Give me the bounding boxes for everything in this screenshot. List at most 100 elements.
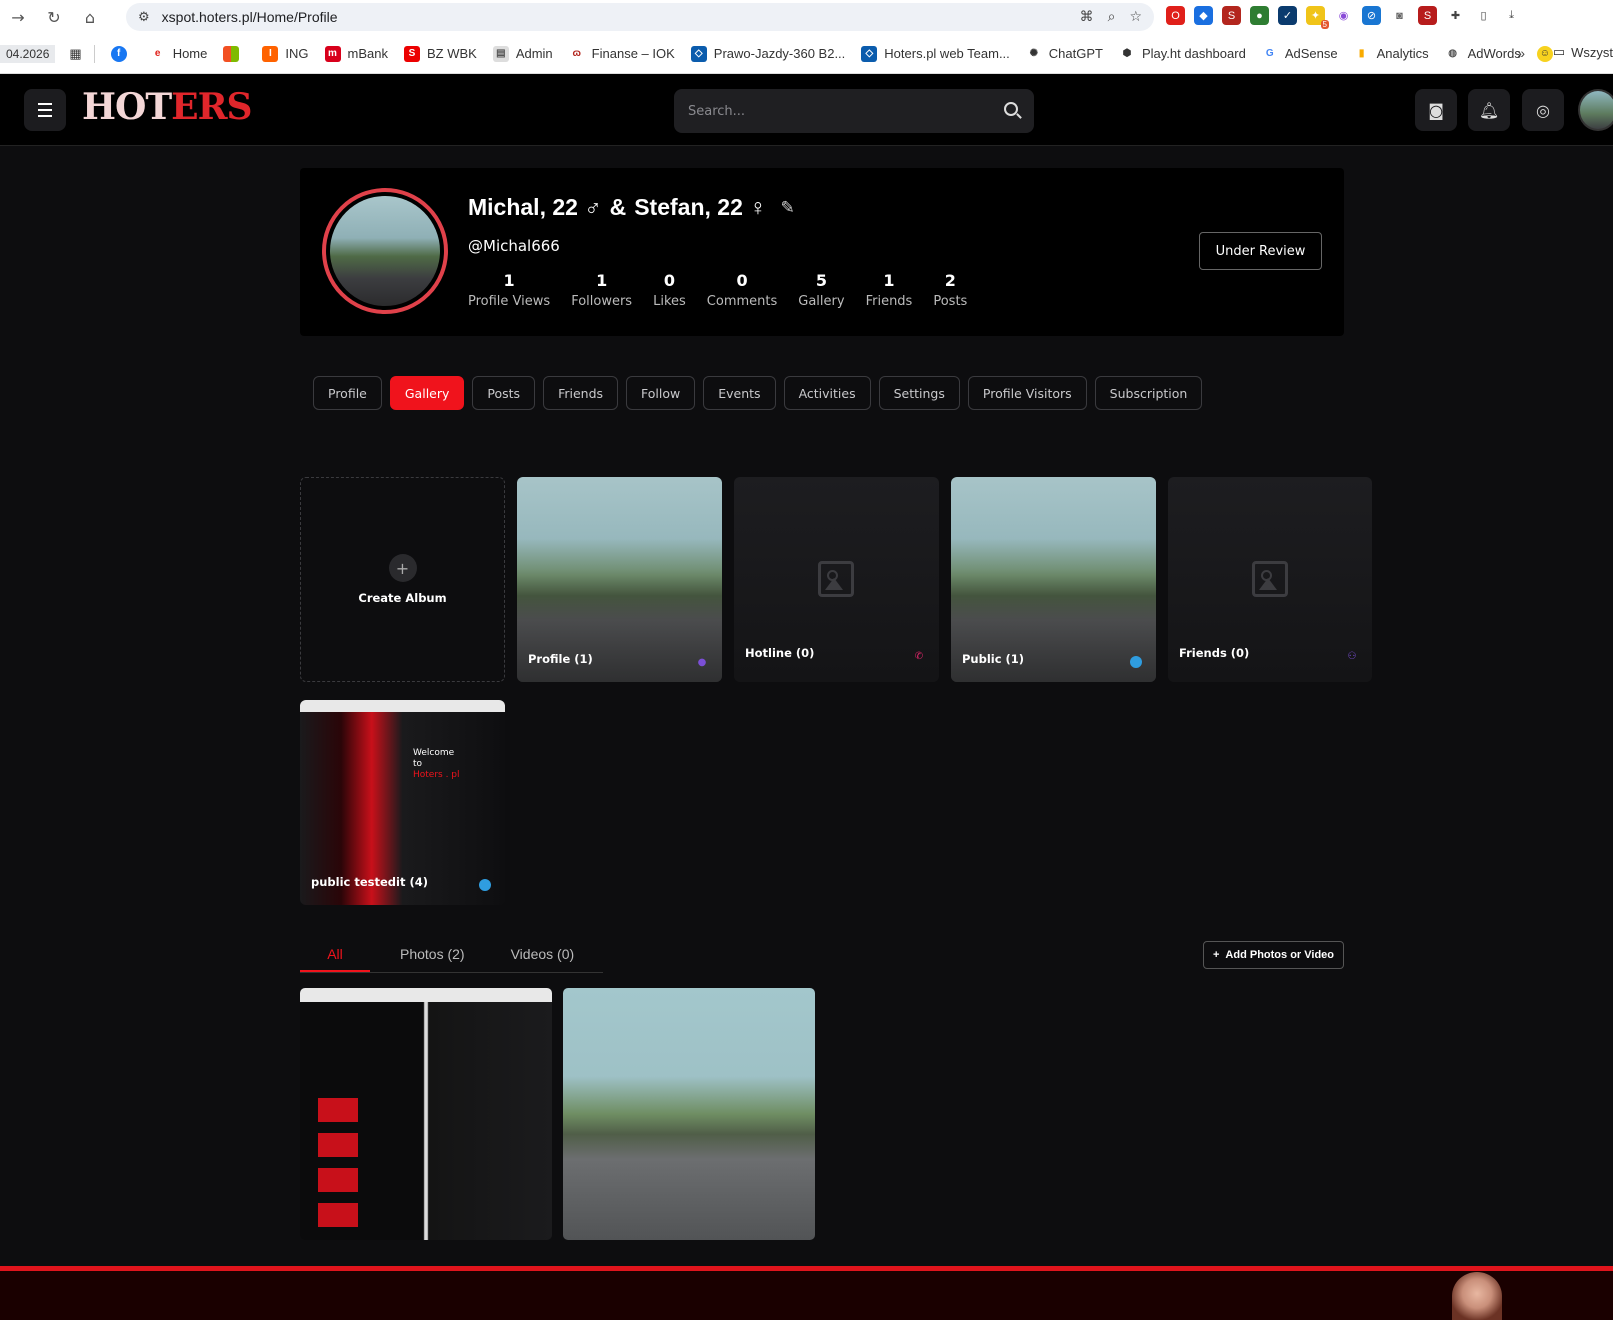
site-settings-icon[interactable]: ⚙ <box>138 10 150 25</box>
bookmark-label: ChatGPT <box>1048 46 1103 61</box>
add-photos-video-button[interactable]: + Add Photos or Video <box>1203 941 1344 969</box>
stat-profile-views: 1 Profile Views <box>468 271 550 309</box>
bookmark-playht[interactable]: ⬢ Play.ht dashboard <box>1118 45 1246 62</box>
media-tab-videos[interactable]: Videos (0) <box>511 936 575 972</box>
album-hotline[interactable]: Hotline (0) ✆ <box>734 477 939 682</box>
bookmark-date[interactable]: 04.2026 <box>0 44 56 63</box>
notifications-button[interactable]: 🔔︎ <box>1468 89 1510 131</box>
bookmark-finanse[interactable]: ɷ Finanse – IOK <box>568 45 675 62</box>
globe-icon <box>1130 656 1142 668</box>
tab-events[interactable]: Events <box>703 376 776 410</box>
album-profile[interactable]: Profile (1) ● <box>517 477 722 682</box>
friends-icon: ⚇ <box>1347 650 1357 662</box>
bookmark-adwords[interactable]: ◍ AdWords <box>1444 45 1521 62</box>
more-bookmarks-icon[interactable]: » <box>1517 45 1525 61</box>
bookmark-bzwbk[interactable]: S BZ WBK <box>403 45 477 62</box>
all-bookmarks-folder[interactable]: ▭ Wszyst <box>1553 44 1613 60</box>
tab-profile[interactable]: Profile <box>313 376 382 410</box>
camera-ext-icon[interactable]: ◙ <box>1390 6 1409 25</box>
media-tab-all[interactable]: All <box>300 936 370 972</box>
profile-card: Michal, 22 ♂ & Stefan, 22 ♀ ✎ @Michal666… <box>300 168 1344 336</box>
address-bar[interactable]: ⚙ xspot.hoters.pl/Home/Profile ⌘ ⌕ ☆ <box>126 3 1154 31</box>
google-icon: G <box>1261 45 1278 62</box>
add-media-label: Add Photos or Video <box>1225 949 1334 961</box>
stat-followers[interactable]: 1 Followers <box>571 271 632 309</box>
user-avatar[interactable] <box>1578 89 1613 131</box>
tab-profile-visitors[interactable]: Profile Visitors <box>967 376 1087 410</box>
bookmark-star-icon[interactable]: ☆ <box>1129 9 1142 25</box>
home-icon[interactable]: ⌂ <box>72 0 108 34</box>
footer-avatar[interactable] <box>1452 1272 1502 1320</box>
bookmark-label: mBank <box>347 46 388 61</box>
e-icon: e <box>149 45 166 62</box>
opera-ext-icon[interactable]: O <box>1166 6 1185 25</box>
profile-handle: @Michal666 <box>468 237 560 255</box>
puzzle-icon[interactable]: ✚ <box>1446 6 1465 25</box>
album-public[interactable]: Public (1) <box>951 477 1156 682</box>
apps-icon[interactable]: ▦ <box>69 46 81 62</box>
red-s-ext-icon[interactable]: S <box>1418 6 1437 25</box>
camera-button[interactable]: ◙ <box>1415 89 1457 131</box>
download-icon[interactable]: ⤓ <box>1502 6 1521 25</box>
stat-label: Friends <box>865 294 913 309</box>
tab-settings[interactable]: Settings <box>878 376 960 410</box>
screenshot-block <box>318 1203 358 1227</box>
create-album-label: Create Album <box>358 591 447 605</box>
microsoft-icon <box>223 45 240 62</box>
media-item-street-photo[interactable] <box>563 988 815 1240</box>
bookmark-mbank[interactable]: m mBank <box>324 45 388 62</box>
link-ext-icon[interactable]: ⊘ <box>1362 6 1381 25</box>
tab-posts[interactable]: Posts <box>472 376 536 410</box>
search-icon[interactable] <box>1004 102 1018 116</box>
bookmark-chatgpt[interactable]: ✺ ChatGPT <box>1025 45 1103 62</box>
tab-friends[interactable]: Friends <box>543 376 619 410</box>
s-ext-icon[interactable]: S <box>1222 6 1241 25</box>
chatgpt-icon: ✺ <box>1025 45 1042 62</box>
album-public-testedit[interactable]: Welcome to Hoters . pl public testedit (… <box>300 700 505 905</box>
edit-pencil-icon[interactable]: ✎ <box>781 198 795 218</box>
create-album-card[interactable]: + Create Album <box>300 477 505 682</box>
screenshot-topstrip <box>300 700 505 712</box>
microsoft-bookmark[interactable] <box>223 45 246 62</box>
bookmark-adsense[interactable]: G AdSense <box>1261 45 1338 62</box>
bookmark-ing[interactable]: I ING <box>262 45 309 62</box>
album-label: Profile (1) <box>528 652 593 666</box>
tab-gallery[interactable]: Gallery <box>389 376 465 410</box>
bookmark-home[interactable]: e Home <box>149 45 207 62</box>
bookmark-prawo-jazdy[interactable]: ◇ Prawo-Jazdy-360 B2... <box>690 45 845 62</box>
media-tab-photos[interactable]: Photos (2) <box>400 936 465 972</box>
sidebar-icon[interactable]: ▯ <box>1474 6 1493 25</box>
reload-icon[interactable]: ↻ <box>36 0 72 34</box>
album-friends[interactable]: Friends (0) ⚇ <box>1168 477 1372 682</box>
hamburger-menu-button[interactable] <box>24 89 66 131</box>
album-label: Public (1) <box>962 652 1025 666</box>
stat-gallery[interactable]: 5 Gallery <box>798 271 844 309</box>
tab-activities[interactable]: Activities <box>783 376 871 410</box>
search-input[interactable] <box>688 103 988 119</box>
under-review-button[interactable]: Under Review <box>1199 232 1322 270</box>
logo-part-2: ERS <box>171 86 252 128</box>
messenger-button[interactable]: ◎ <box>1522 89 1564 131</box>
hoters-logo[interactable]: HOTERS <box>82 86 253 128</box>
zoom-icon[interactable]: ⌕ <box>1108 9 1116 25</box>
check-ext-icon[interactable]: ✓ <box>1278 6 1297 25</box>
stat-num: 0 <box>736 271 748 290</box>
tab-follow[interactable]: Follow <box>626 376 696 410</box>
profile-avatar[interactable] <box>322 188 448 314</box>
tag-ext-icon[interactable]: ◆ <box>1194 6 1213 25</box>
profile-stats: 1 Profile Views 1 Followers 0 Likes 0 Commen… <box>468 271 988 309</box>
forward-icon[interactable]: → <box>0 0 36 34</box>
globe-ext-icon[interactable]: ● <box>1250 6 1269 25</box>
finanse-icon: ɷ <box>568 45 585 62</box>
media-item-screenshot[interactable] <box>300 988 552 1240</box>
bookmark-admin[interactable]: ▤ Admin <box>492 45 553 62</box>
stat-friends[interactable]: 1 Friends <box>866 271 913 309</box>
translate-icon[interactable]: ⌘ <box>1080 9 1094 25</box>
broadcast-ext-icon[interactable]: ◉ <box>1334 6 1353 25</box>
stat-posts[interactable]: 2 Posts <box>933 271 967 309</box>
bulb-ext-icon[interactable]: ✦ 5 <box>1306 6 1329 29</box>
bookmark-hoters-team[interactable]: ◇ Hoters.pl web Team... <box>861 45 1010 62</box>
bookmark-analytics[interactable]: ▮ Analytics <box>1353 45 1429 62</box>
facebook-bookmark[interactable]: f <box>110 45 134 62</box>
tab-subscription[interactable]: Subscription <box>1094 376 1203 410</box>
